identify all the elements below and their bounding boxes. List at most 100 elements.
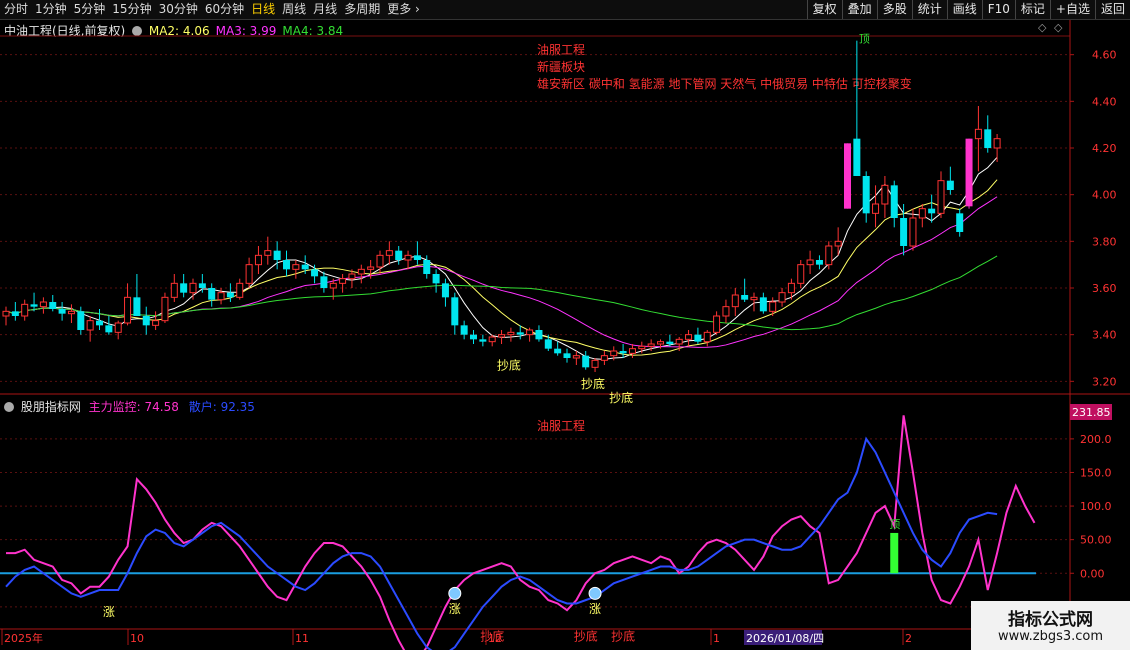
candle-body xyxy=(694,334,702,342)
candle-body xyxy=(937,180,945,214)
candle-body xyxy=(554,348,562,354)
candle-body xyxy=(638,345,646,350)
candle-body xyxy=(731,294,739,308)
price-buy-signal: 抄底 xyxy=(609,390,633,405)
kline-chart[interactable]: 顶抄底抄底抄底 顶涨涨涨抄底 抄底 抄底 4.604.404.204.003.803… xyxy=(0,0,1130,650)
candle-body xyxy=(273,250,281,260)
watermark: 指标公式网 www.zbgs3.com xyxy=(971,601,1130,650)
candle-body xyxy=(853,138,861,176)
candle-body xyxy=(928,208,936,214)
price-buy-signal: 抄底 xyxy=(581,376,605,391)
candle-body xyxy=(96,320,103,326)
candle-body xyxy=(778,292,786,303)
candle-body xyxy=(301,264,309,270)
candle-body xyxy=(619,351,627,354)
candle-body xyxy=(797,264,805,284)
candle-body xyxy=(180,283,188,293)
zhang-label: 涨 xyxy=(449,601,461,616)
candle-body xyxy=(124,296,132,324)
candle-body xyxy=(189,282,197,294)
candle-body xyxy=(647,343,655,347)
candle-body xyxy=(965,138,973,207)
candle-body xyxy=(582,355,590,368)
candle-body xyxy=(498,334,506,338)
candle-body xyxy=(339,278,347,284)
candle-body xyxy=(460,325,468,335)
candle-body xyxy=(423,260,431,274)
price-axis-label: 4.20 xyxy=(1092,142,1117,155)
indicator-buy-signal: 抄底 xyxy=(574,628,598,643)
candle-body xyxy=(86,320,94,331)
signal-bubble-icon xyxy=(588,586,602,600)
candle-body xyxy=(451,297,459,326)
price-axis-label: 4.00 xyxy=(1092,189,1117,202)
candle-body xyxy=(946,180,954,190)
candle-body xyxy=(488,336,496,343)
zhang-label: 涨 xyxy=(589,601,601,616)
time-axis-label: 2025年 xyxy=(4,631,43,645)
candle-body xyxy=(685,334,693,340)
candle-body xyxy=(741,295,749,300)
candle-body xyxy=(787,282,795,294)
candle-body xyxy=(367,266,375,270)
candle-body xyxy=(544,339,552,349)
candle-body xyxy=(722,306,730,317)
candle-body xyxy=(58,309,66,314)
candle-body xyxy=(77,311,85,330)
candle-body xyxy=(348,273,356,280)
candle-body xyxy=(759,297,767,312)
indicator-axis-label: 200.0 xyxy=(1080,433,1112,446)
candle-body xyxy=(844,143,851,209)
time-axis-label: 12 xyxy=(488,632,502,645)
candle-body xyxy=(105,325,113,333)
candle-body xyxy=(264,250,272,256)
candle-body xyxy=(170,282,178,298)
indicator-buy-signal: 抄底 xyxy=(611,628,635,643)
price-axis-label: 4.40 xyxy=(1092,95,1117,108)
candle-body xyxy=(142,316,150,326)
candle-body xyxy=(974,128,982,140)
candle-body xyxy=(292,264,300,270)
retail-line xyxy=(5,436,998,650)
candle-body xyxy=(133,297,141,316)
candle-body xyxy=(713,315,721,333)
signal-bubble-icon xyxy=(448,586,462,600)
price-axis-label: 4.60 xyxy=(1092,49,1117,62)
candle-body xyxy=(198,283,206,288)
ma4-line xyxy=(5,255,998,331)
candle-body xyxy=(872,203,880,214)
indicator-axis-label: 0.00 xyxy=(1080,567,1105,580)
candle-body xyxy=(600,355,608,361)
candle-body xyxy=(245,264,253,284)
candle-body xyxy=(432,274,440,284)
candle-body xyxy=(825,245,833,266)
indicator-top-mark: 顶 xyxy=(889,518,900,531)
candle-body xyxy=(563,353,571,358)
candle-body xyxy=(208,288,216,300)
candle-body xyxy=(993,138,1001,149)
candle-body xyxy=(376,254,384,268)
candle-body xyxy=(657,341,664,345)
price-axis-label: 3.40 xyxy=(1092,329,1117,342)
candle-body xyxy=(283,260,290,270)
time-axis-label: 1 xyxy=(713,632,720,645)
candle-body xyxy=(507,331,515,336)
candle-body xyxy=(30,304,38,307)
candle-body xyxy=(39,301,47,308)
price-axis-label: 3.60 xyxy=(1092,282,1117,295)
candle-body xyxy=(404,254,412,261)
indicator-axis-label: 100.0 xyxy=(1080,500,1112,513)
candle-body xyxy=(395,250,403,260)
signal-bar xyxy=(890,532,899,574)
watermark-title: 指标公式网 xyxy=(1008,610,1093,630)
time-axis-label: 2 xyxy=(905,632,912,645)
candle-body xyxy=(591,359,599,368)
price-top-mark: 顶 xyxy=(859,33,870,46)
candle-body xyxy=(769,301,777,312)
candle-body xyxy=(161,296,169,322)
candle-body xyxy=(385,250,393,256)
time-axis-label: 11 xyxy=(295,632,309,645)
candle-body xyxy=(479,339,487,342)
candle-body xyxy=(834,240,842,247)
candle-body xyxy=(516,332,524,335)
